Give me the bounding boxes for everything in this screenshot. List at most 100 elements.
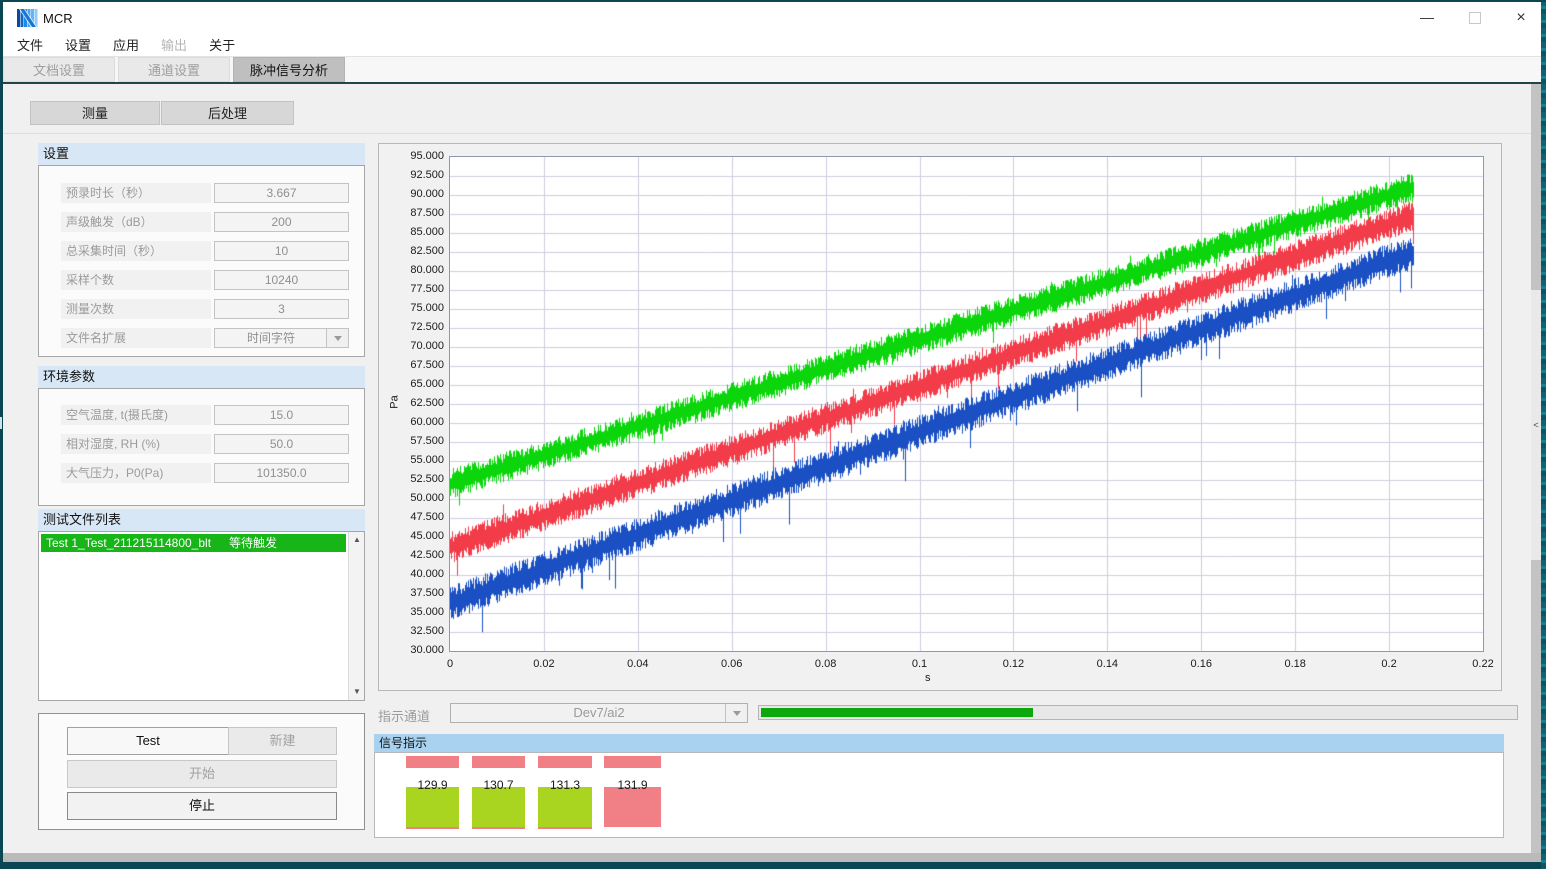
tab-脉冲信号分析[interactable]: 脉冲信号分析 <box>233 57 345 82</box>
y-tick-label: 42.500 <box>378 549 444 561</box>
field-value[interactable]: 3 <box>214 299 349 319</box>
tab-bar: 文档设置通道设置脉冲信号分析 <box>3 57 1541 82</box>
menu-item[interactable]: 设置 <box>54 35 102 54</box>
field-value-text: 3.667 <box>266 186 296 200</box>
title-bar[interactable]: MCR — × <box>3 2 1541 34</box>
dropdown-arrow-box[interactable] <box>326 329 348 347</box>
y-tick-label: 75.000 <box>378 302 444 314</box>
environment-panel: 空气温度, t(摄氏度)15.0相对湿度, RH (%)50.0大气压力，P0(… <box>38 388 365 506</box>
settings-panel: 预录时长（秒）3.667声级触发（dB）200总采集时间（秒）10采样个数102… <box>38 165 365 357</box>
progress-bar <box>758 705 1518 720</box>
field-label: 相对湿度, RH (%) <box>61 434 211 454</box>
x-tick-label: 0.02 <box>522 658 566 670</box>
x-tick-label: 0.16 <box>1179 658 1223 670</box>
y-tick-label: 30.000 <box>378 644 444 656</box>
dropdown-arrow-box[interactable] <box>725 704 747 722</box>
field-value-text: 50.0 <box>270 437 293 451</box>
y-tick-label: 87.500 <box>378 207 444 219</box>
signal-level-bar <box>406 756 459 768</box>
file-list-scrollbar[interactable]: ▲ ▼ <box>348 532 364 700</box>
signal-indicator: 131.9 <box>604 753 661 837</box>
x-tick-label: 0.2 <box>1367 658 1411 670</box>
field-value[interactable]: 10240 <box>214 270 349 290</box>
maximize-button[interactable] <box>1456 2 1494 33</box>
y-tick-label: 67.500 <box>378 359 444 371</box>
field-value-text: 10240 <box>265 273 298 287</box>
field-value[interactable]: 10 <box>214 241 349 261</box>
field-label: 声级触发（dB） <box>61 212 211 232</box>
signal-status-block <box>604 787 661 827</box>
test-name-button[interactable]: Test <box>67 727 229 755</box>
y-tick-label: 77.500 <box>378 283 444 295</box>
postprocess-mode-button[interactable]: 后处理 <box>161 101 294 125</box>
field-value[interactable]: 3.667 <box>214 183 349 203</box>
side-panel-splitter[interactable]: < <box>1531 84 1541 853</box>
field-value[interactable]: 200 <box>214 212 349 232</box>
x-tick-label: 0 <box>428 658 472 670</box>
y-tick-label: 62.500 <box>378 397 444 409</box>
menu-item[interactable]: 关于 <box>198 35 246 54</box>
menu-item[interactable]: 应用 <box>102 35 150 54</box>
signal-value: 129.9 <box>406 778 459 792</box>
scroll-down-icon[interactable]: ▼ <box>349 684 365 700</box>
chevron-down-icon <box>733 711 741 716</box>
menu-item[interactable]: 文件 <box>6 35 54 54</box>
signal-value: 130.7 <box>472 778 525 792</box>
y-tick-label: 72.500 <box>378 321 444 333</box>
indicator-channel-value: Dev7/ai2 <box>573 705 624 720</box>
chevron-left-icon: < <box>1533 420 1538 430</box>
scroll-up-icon[interactable]: ▲ <box>349 532 365 548</box>
environment-header: 环境参数 <box>38 366 365 388</box>
x-tick-label: 0.18 <box>1273 658 1317 670</box>
field-label: 采样个数 <box>61 270 211 290</box>
window-bottom-border <box>3 853 1541 862</box>
field-value-text: 15.0 <box>270 408 293 422</box>
desktop-left-edge <box>0 2 3 862</box>
waveform-canvas <box>450 157 1483 651</box>
chevron-down-icon <box>334 336 342 341</box>
field-value-text: 101350.0 <box>256 466 306 480</box>
field-label: 空气温度, t(摄氏度) <box>61 405 211 425</box>
y-tick-label: 85.000 <box>378 226 444 238</box>
x-tick-label: 0.22 <box>1461 658 1505 670</box>
test-file-list[interactable]: Test 1_Test_211215114800_blt等待触发 ▲ ▼ <box>38 531 365 701</box>
tab-underline <box>3 82 1541 84</box>
measure-mode-button[interactable]: 测量 <box>30 101 160 125</box>
signal-status-block <box>538 787 592 829</box>
y-tick-label: 80.000 <box>378 264 444 276</box>
file-list-item-selected[interactable]: Test 1_Test_211215114800_blt等待触发 <box>41 534 346 552</box>
new-button[interactable]: 新建 <box>228 727 337 755</box>
y-tick-label: 60.000 <box>378 416 444 428</box>
desktop-artifact <box>0 417 2 429</box>
y-tick-label: 65.000 <box>378 378 444 390</box>
toolbar-separator <box>3 133 1541 134</box>
y-tick-label: 90.000 <box>378 188 444 200</box>
field-value[interactable]: 101350.0 <box>214 463 349 483</box>
file-status: 等待触发 <box>229 536 277 550</box>
field-value[interactable]: 50.0 <box>214 434 349 454</box>
field-label: 预录时长（秒） <box>61 183 211 203</box>
actions-panel: Test 新建 开始 停止 <box>38 713 365 830</box>
field-value-text: 200 <box>271 215 291 229</box>
y-tick-label: 92.500 <box>378 169 444 181</box>
y-tick-label: 40.000 <box>378 568 444 580</box>
indicator-channel-dropdown[interactable]: Dev7/ai2 <box>450 703 748 723</box>
minimize-button[interactable]: — <box>1408 2 1446 33</box>
y-tick-label: 35.000 <box>378 606 444 618</box>
close-button[interactable]: × <box>1502 2 1540 33</box>
tab-文档设置[interactable]: 文档设置 <box>3 57 115 82</box>
start-button[interactable]: 开始 <box>67 760 337 788</box>
menu-item: 输出 <box>150 35 198 54</box>
desktop-top-edge <box>0 0 1546 2</box>
signal-level-bar <box>472 756 525 768</box>
field-value[interactable]: 15.0 <box>214 405 349 425</box>
taskbar-sliver <box>0 862 1546 869</box>
stop-button[interactable]: 停止 <box>67 792 337 820</box>
side-panel-expander[interactable]: < <box>1531 290 1541 560</box>
field-dropdown[interactable]: 时间字符 <box>214 328 349 348</box>
progress-fill <box>761 708 1033 717</box>
maximize-icon <box>1469 12 1481 24</box>
y-tick-label: 47.500 <box>378 511 444 523</box>
signal-level-bar <box>604 756 661 768</box>
tab-通道设置[interactable]: 通道设置 <box>118 57 230 82</box>
